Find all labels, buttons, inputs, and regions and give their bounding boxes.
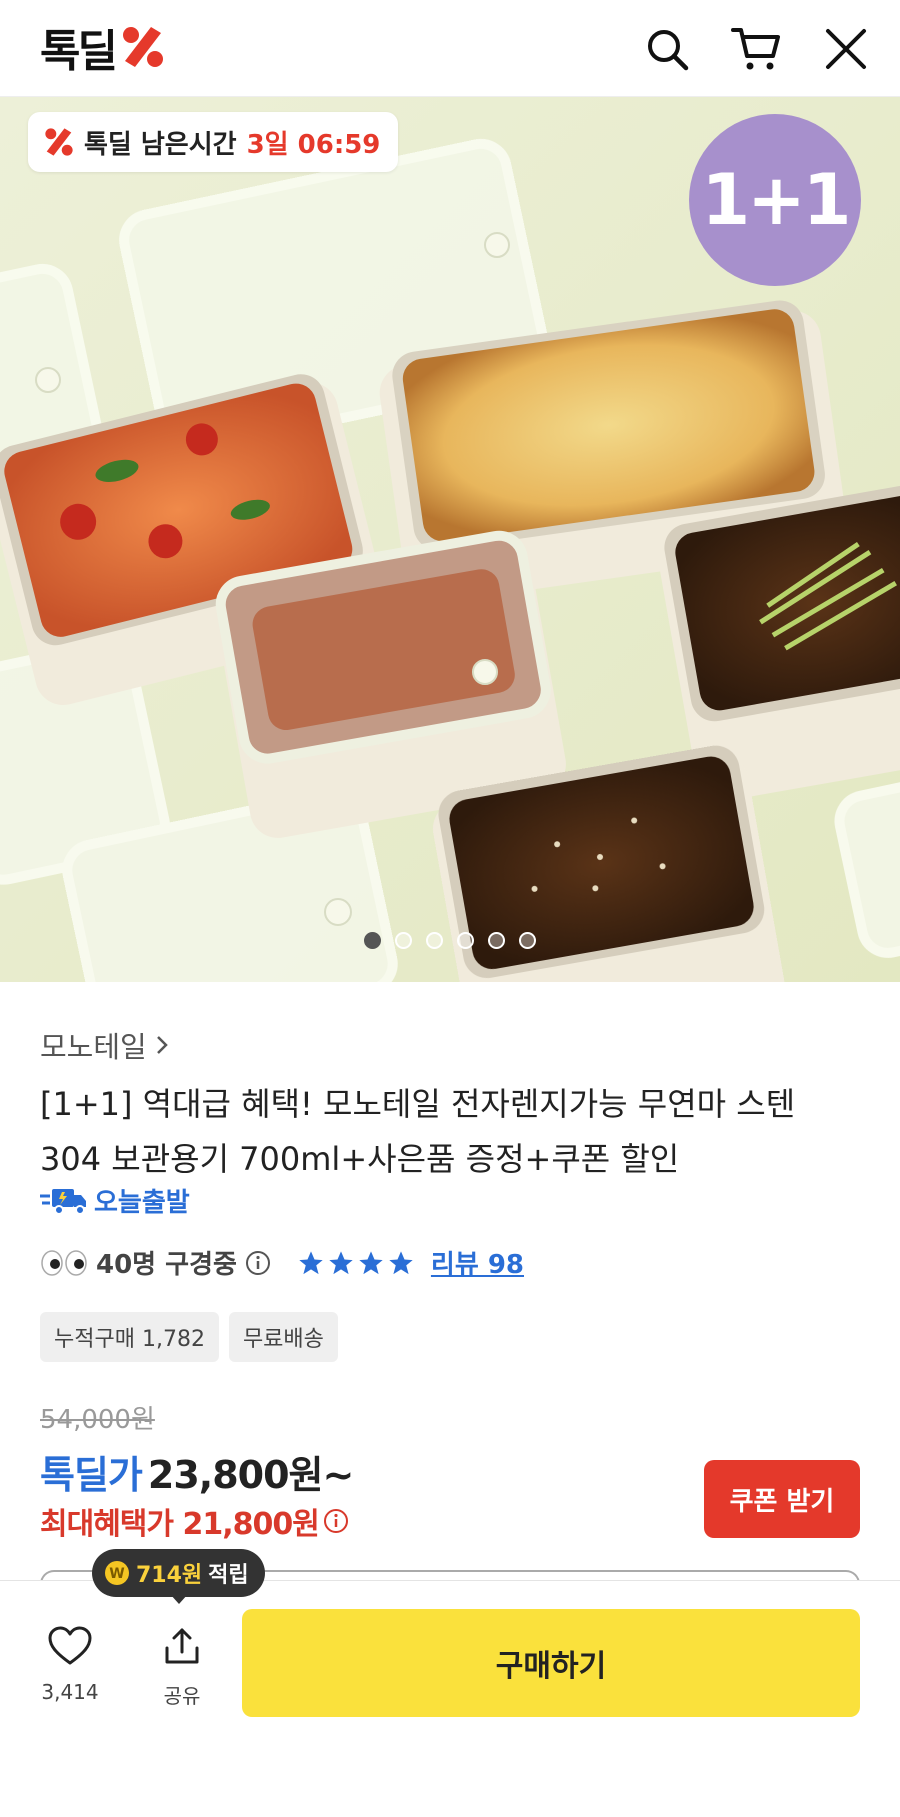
info-icon[interactable] [245, 1250, 271, 1276]
delivery-truck-icon [40, 1188, 86, 1215]
star-icon [299, 1250, 323, 1274]
heart-icon [48, 1626, 92, 1665]
carousel-dot[interactable] [395, 932, 412, 949]
review-link[interactable]: 리뷰 98 [431, 1244, 524, 1281]
points-value: 714원 [136, 1563, 203, 1588]
share-label: 공유 [163, 1684, 201, 1708]
timer-value: 3일 06:59 [246, 129, 381, 160]
eyes-icon [41, 1249, 87, 1276]
star-icon [389, 1250, 413, 1274]
svg-text:W: W [109, 1566, 124, 1582]
buy-button[interactable]: 구매하기 [242, 1609, 860, 1717]
timer-label: 톡딜 남은시간 [84, 129, 237, 160]
coin-icon: W [105, 1561, 129, 1585]
points-suffix: 적립 [208, 1563, 249, 1588]
chevron-right-icon [156, 1036, 168, 1054]
brand-name: 모노테일 [40, 1030, 147, 1064]
deal-label: 톡딜가 [40, 1453, 143, 1497]
tag-free-shipping: 무료배송 [228, 1312, 338, 1362]
cart-icon[interactable] [731, 24, 781, 74]
deal-price-row: 톡딜가 23,800원~ [40, 1444, 354, 1499]
app-header: 톡딜 [0, 0, 900, 97]
max-benefit-row: 최대혜택가 21,800원 [40, 1499, 349, 1543]
carousel-dot[interactable] [426, 932, 443, 949]
talkdeal-logo[interactable]: 톡딜 [40, 22, 165, 77]
star-icon [329, 1250, 353, 1274]
promo-badge: 1+1 [689, 114, 861, 286]
deal-timer: 톡딜 남은시간 3일 06:59 [28, 112, 399, 172]
close-icon[interactable] [821, 24, 871, 74]
share-icon [165, 1628, 199, 1664]
info-icon[interactable] [323, 1508, 349, 1534]
share-button[interactable]: 공유 [152, 1626, 212, 1709]
star-icon [359, 1250, 383, 1274]
search-icon[interactable] [642, 24, 692, 74]
product-image-carousel[interactable]: 톡딜 남은시간 3일 06:59 1+1 [0, 97, 900, 982]
brand-link[interactable]: 모노테일 [40, 1024, 169, 1066]
viewer-count: 40명 구경중 [96, 1250, 237, 1280]
rating-stars [297, 1249, 415, 1277]
delivery-badge: 오늘출발 [40, 1182, 190, 1219]
max-benefit-price: 최대혜택가 21,800원 [40, 1507, 320, 1542]
deal-price: 23,800원~ [147, 1453, 354, 1497]
carousel-dot[interactable] [519, 932, 536, 949]
carousel-dot[interactable] [488, 932, 505, 949]
product-tags: 누적구매 1,782 무료배송 [40, 1312, 338, 1362]
delivery-label: 오늘출발 [94, 1188, 190, 1218]
product-title: [1+1] 역대급 혜택! 모노테일 전자렌지가능 무연마 스텐 304 보관용… [40, 1085, 796, 1178]
carousel-dots [0, 932, 900, 949]
points-tooltip: W 714원 적립 [92, 1549, 265, 1597]
percent-logo-icon [122, 27, 163, 67]
logo-text: 톡딜 [40, 26, 118, 77]
percent-icon [45, 128, 73, 156]
bottom-action-bar: 3,414 공유 구매하기 [0, 1580, 900, 1817]
coupon-button[interactable]: 쿠폰 받기 [704, 1460, 860, 1538]
original-price: 54,000원 [40, 1405, 155, 1435]
product-stats: 40명 구경중 리뷰 98 [40, 1244, 524, 1281]
carousel-dot[interactable] [457, 932, 474, 949]
like-button[interactable]: 3,414 [40, 1626, 100, 1704]
tag-purchase-count: 누적구매 1,782 [40, 1312, 219, 1362]
like-count: 3,414 [41, 1680, 99, 1704]
carousel-dot[interactable] [364, 932, 381, 949]
tooltip-tail [170, 1594, 188, 1604]
